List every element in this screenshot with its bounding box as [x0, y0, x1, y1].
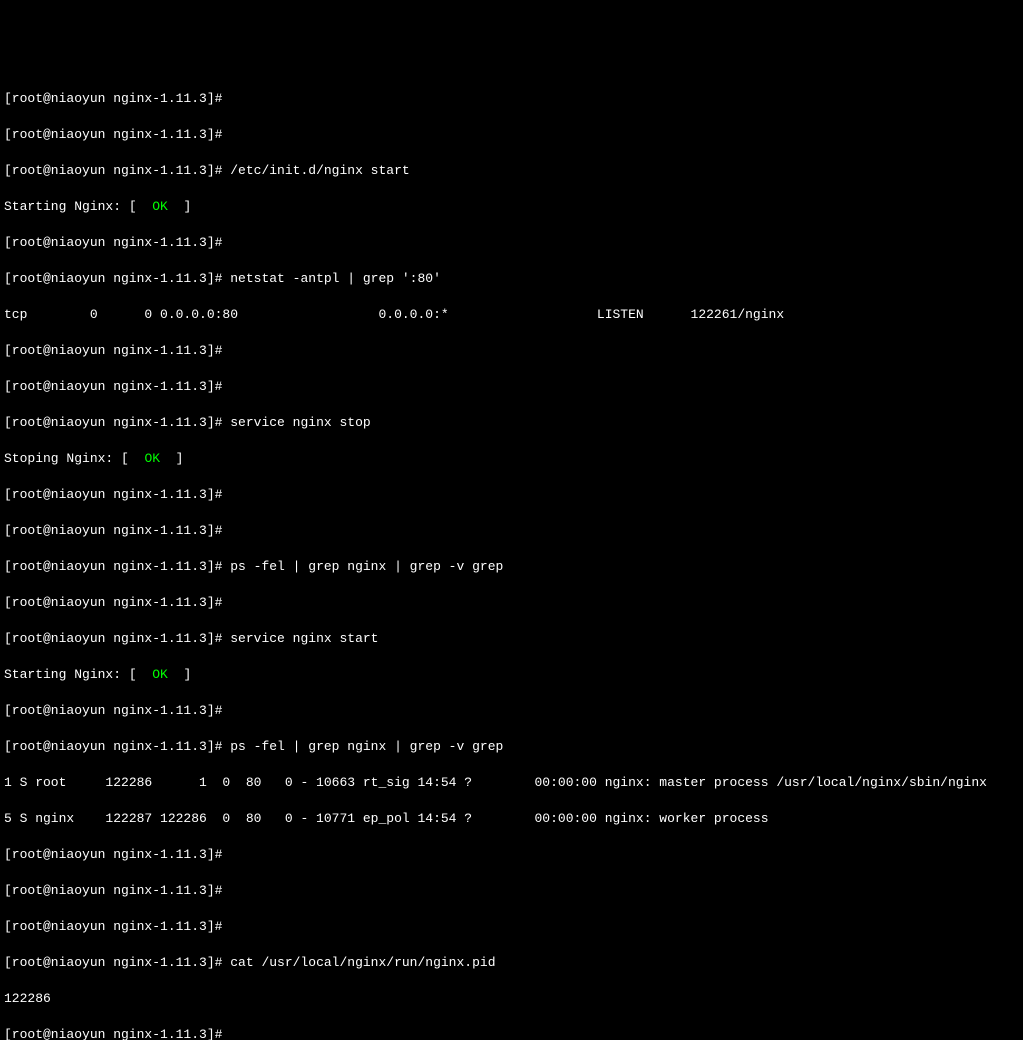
command-text: cat /usr/local/nginx/run/nginx.pid: [230, 955, 495, 970]
output-text: 5 S nginx 122287 122286 0 80 0 - 10771 e…: [4, 811, 769, 826]
status-text: ]: [168, 667, 191, 682]
command-text: /etc/init.d/nginx start: [230, 163, 409, 178]
shell-prompt: [root@niaoyun nginx-1.11.3]#: [4, 559, 230, 574]
status-text: Stoping Nginx: [: [4, 451, 144, 466]
status-text: ]: [160, 451, 183, 466]
shell-prompt: [root@niaoyun nginx-1.11.3]#: [4, 343, 230, 358]
terminal-output[interactable]: [root@niaoyun nginx-1.11.3]# [root@niaoy…: [0, 72, 1023, 1040]
shell-prompt: [root@niaoyun nginx-1.11.3]#: [4, 379, 230, 394]
shell-prompt: [root@niaoyun nginx-1.11.3]#: [4, 523, 230, 538]
shell-prompt: [root@niaoyun nginx-1.11.3]#: [4, 703, 230, 718]
status-text: ]: [168, 199, 191, 214]
shell-prompt: [root@niaoyun nginx-1.11.3]#: [4, 127, 230, 142]
status-ok: OK: [152, 667, 168, 682]
shell-prompt: [root@niaoyun nginx-1.11.3]#: [4, 415, 230, 430]
shell-prompt: [root@niaoyun nginx-1.11.3]#: [4, 163, 230, 178]
command-text: service nginx stop: [230, 415, 370, 430]
output-text: 122286: [4, 991, 51, 1006]
output-text: 1 S root 122286 1 0 80 0 - 10663 rt_sig …: [4, 775, 987, 790]
shell-prompt: [root@niaoyun nginx-1.11.3]#: [4, 739, 230, 754]
output-text: tcp 0 0 0.0.0.0:80 0.0.0.0:* LISTEN 1222…: [4, 307, 784, 322]
shell-prompt: [root@niaoyun nginx-1.11.3]#: [4, 919, 230, 934]
shell-prompt: [root@niaoyun nginx-1.11.3]#: [4, 883, 230, 898]
command-text: ps -fel | grep nginx | grep -v grep: [230, 559, 503, 574]
status-ok: OK: [152, 199, 168, 214]
status-text: Starting Nginx: [: [4, 199, 152, 214]
shell-prompt: [root@niaoyun nginx-1.11.3]#: [4, 847, 230, 862]
status-ok: OK: [144, 451, 160, 466]
command-text: ps -fel | grep nginx | grep -v grep: [230, 739, 503, 754]
shell-prompt: [root@niaoyun nginx-1.11.3]#: [4, 955, 230, 970]
shell-prompt: [root@niaoyun nginx-1.11.3]#: [4, 235, 230, 250]
shell-prompt: [root@niaoyun nginx-1.11.3]#: [4, 1027, 230, 1040]
command-text: netstat -antpl | grep ':80': [230, 271, 441, 286]
shell-prompt: [root@niaoyun nginx-1.11.3]#: [4, 271, 230, 286]
shell-prompt: [root@niaoyun nginx-1.11.3]#: [4, 487, 230, 502]
status-text: Starting Nginx: [: [4, 667, 152, 682]
shell-prompt: [root@niaoyun nginx-1.11.3]#: [4, 595, 230, 610]
shell-prompt: [root@niaoyun nginx-1.11.3]#: [4, 91, 230, 106]
shell-prompt: [root@niaoyun nginx-1.11.3]#: [4, 631, 230, 646]
command-text: service nginx start: [230, 631, 378, 646]
